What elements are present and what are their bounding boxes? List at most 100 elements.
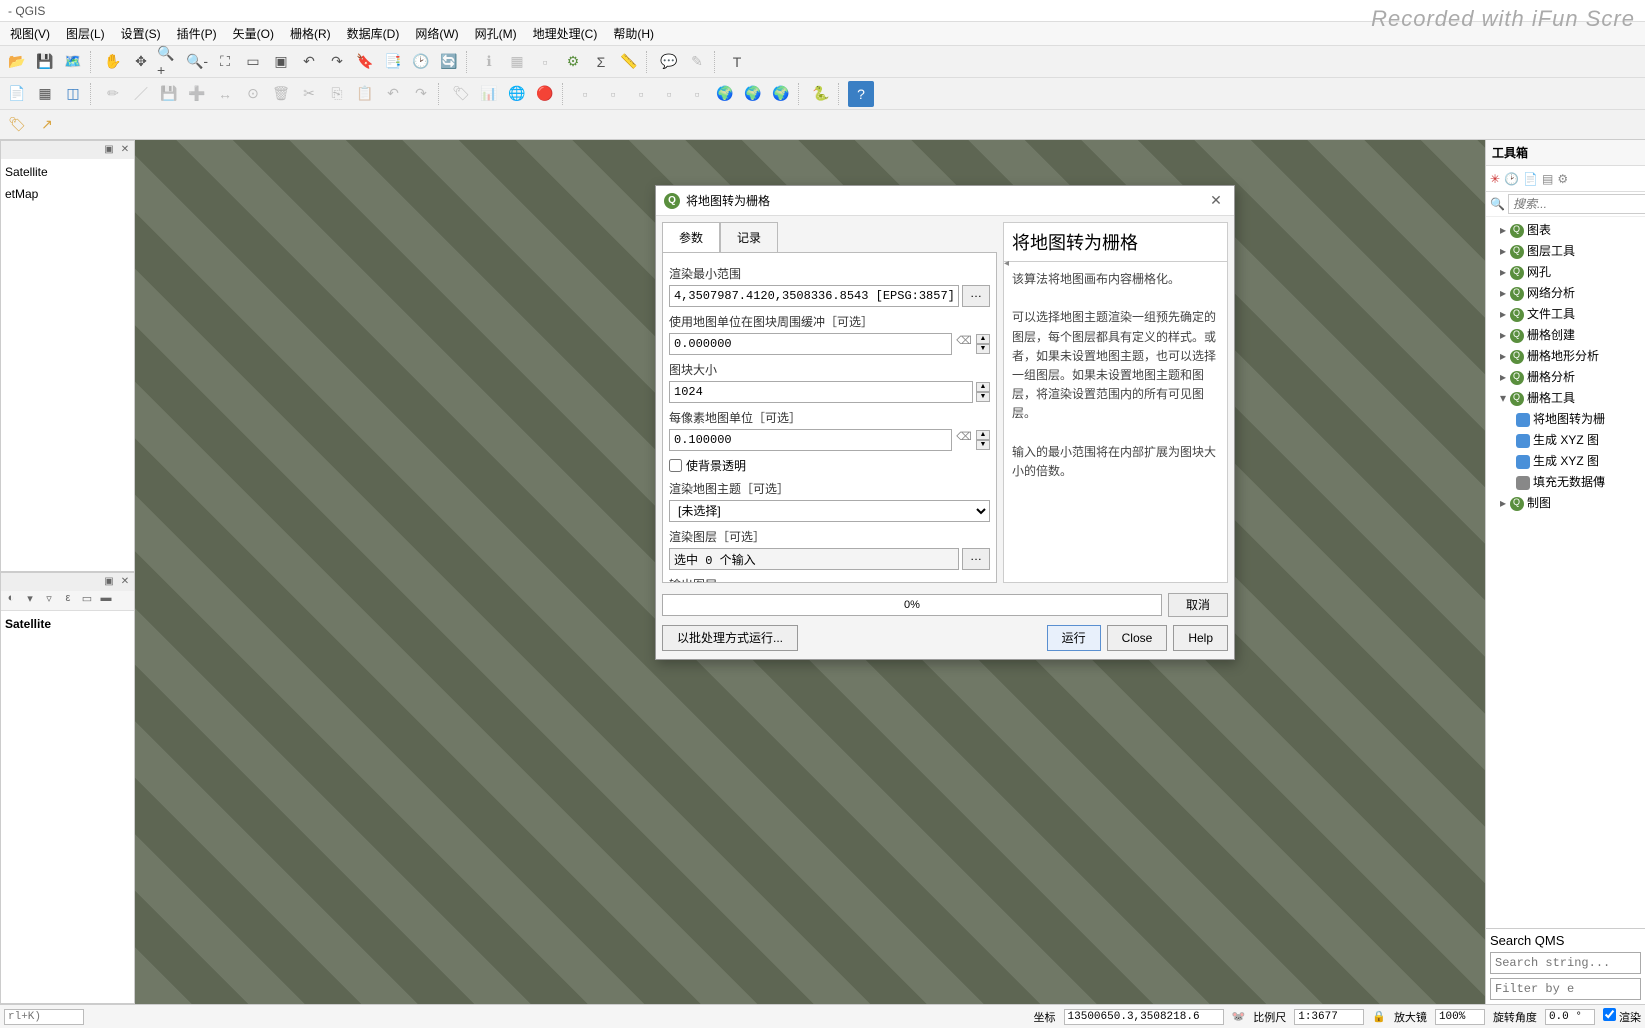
layers-picker-button[interactable]: …	[962, 548, 990, 570]
deselect-icon[interactable]: ▫	[532, 49, 558, 75]
select-icon[interactable]: ▦	[504, 49, 530, 75]
run-button[interactable]: 运行	[1047, 625, 1101, 651]
add-raster-icon[interactable]: ▦	[32, 81, 58, 107]
layers-input[interactable]	[669, 548, 959, 570]
panel-float-icon[interactable]: ▣	[102, 575, 116, 589]
maptips-icon[interactable]: 💬	[656, 49, 682, 75]
layer-expand-icon[interactable]: ε	[60, 592, 76, 608]
panel-float-icon[interactable]: ▣	[102, 143, 116, 157]
scale-value[interactable]	[1294, 1009, 1364, 1025]
dialog-close-button[interactable]: ✕	[1206, 192, 1226, 209]
menu-plugins[interactable]: 插件(P)	[171, 23, 223, 44]
redo-icon[interactable]: ↷	[408, 81, 434, 107]
mag-value[interactable]	[1435, 1009, 1485, 1025]
save-icon[interactable]: 💾	[32, 49, 58, 75]
menu-mesh[interactable]: 网孔(M)	[469, 23, 523, 44]
add-mesh-icon[interactable]: ◫	[60, 81, 86, 107]
batch-run-button[interactable]: 以批处理方式运行...	[662, 625, 798, 651]
add-feature-icon[interactable]: ➕	[184, 81, 210, 107]
cancel-button[interactable]: 取消	[1168, 593, 1228, 617]
panel-close-icon[interactable]: ✕	[118, 143, 132, 157]
menu-settings[interactable]: 设置(S)	[115, 23, 167, 44]
identify-icon[interactable]: ℹ	[476, 49, 502, 75]
menu-processing[interactable]: 地理处理(C)	[527, 23, 604, 44]
tilesize-input[interactable]	[669, 381, 973, 403]
new-bookmark-icon[interactable]: 🔖	[352, 49, 378, 75]
edit-line-icon[interactable]: ／	[128, 81, 154, 107]
copy-icon[interactable]: ⎘	[324, 81, 350, 107]
panel-close-icon[interactable]: ✕	[118, 575, 132, 589]
paste-icon[interactable]: 📋	[352, 81, 378, 107]
menu-web[interactable]: 网络(W)	[409, 23, 464, 44]
close-button[interactable]: Close	[1107, 625, 1168, 651]
undo-icon[interactable]: ↶	[380, 81, 406, 107]
menu-raster[interactable]: 栅格(R)	[284, 23, 337, 44]
toolbox-tree[interactable]: ▸图表 ▸图层工具 ▸网孔 ▸网络分析 ▸文件工具 ▸栅格创建 ▸栅格地形分析 …	[1486, 217, 1645, 928]
zoom-layer-icon[interactable]: ▣	[268, 49, 294, 75]
collapse-help-icon[interactable]: ◂	[1004, 258, 1009, 269]
add-vector-icon[interactable]: 📄	[4, 81, 30, 107]
coord-value[interactable]	[1064, 1009, 1224, 1025]
toolbox-icon[interactable]: ⚙	[560, 49, 586, 75]
edit-save-icon[interactable]: 💾	[156, 81, 182, 107]
pan-icon[interactable]: ✋	[100, 49, 126, 75]
layer-collapse-icon[interactable]: ▭	[79, 592, 95, 608]
toolbox-search-input[interactable]	[1508, 194, 1645, 214]
label-tool-icon[interactable]: 🏷	[4, 112, 30, 138]
help-icon[interactable]: ?	[848, 81, 874, 107]
layer-add-icon[interactable]: ▾	[22, 592, 38, 608]
transparent-checkbox[interactable]	[669, 459, 682, 472]
text-annotation-icon[interactable]: T	[724, 49, 750, 75]
t1-icon[interactable]: ▫	[572, 81, 598, 107]
zoom-in-icon[interactable]: 🔍+	[156, 49, 182, 75]
theme-select[interactable]: [未选择]	[669, 500, 990, 522]
osm-download-icon[interactable]: 🌍	[712, 81, 738, 107]
zoom-next-icon[interactable]: ↷	[324, 49, 350, 75]
osm-settings-icon[interactable]: 🌍	[768, 81, 794, 107]
perpixel-clear-icon[interactable]: ⌫	[955, 430, 973, 450]
buffer-input[interactable]	[669, 333, 952, 355]
zoom-full-icon[interactable]: ⛶	[212, 49, 238, 75]
results-icon[interactable]: ▤	[1542, 172, 1553, 186]
rot-value[interactable]	[1545, 1009, 1595, 1025]
move-feature-icon[interactable]: ↔	[212, 81, 238, 107]
buffer-spin-up[interactable]: ▲	[976, 334, 990, 344]
menu-view[interactable]: 视图(V)	[4, 23, 56, 44]
model-icon[interactable]: ✳	[1490, 172, 1500, 186]
menu-layer[interactable]: 图层(L)	[60, 23, 111, 44]
tab-parameters[interactable]: 参数	[662, 222, 720, 252]
layers-panel[interactable]: Satellite	[1, 611, 134, 1003]
label-move-icon[interactable]: ↗	[34, 112, 60, 138]
t2-icon[interactable]: ▫	[600, 81, 626, 107]
perpixel-input[interactable]	[669, 429, 952, 451]
layer-style-icon[interactable]: ◐	[3, 592, 19, 608]
menu-help[interactable]: 帮助(H)	[607, 23, 660, 44]
options-icon[interactable]: ⚙	[1557, 172, 1568, 186]
node-tool-icon[interactable]: ⊙	[240, 81, 266, 107]
tab-log[interactable]: 记录	[720, 222, 778, 252]
qms-filter-input[interactable]	[1490, 978, 1641, 1000]
sigma-icon[interactable]: Σ	[588, 49, 614, 75]
extents-icon[interactable]: 🐭	[1232, 1010, 1246, 1023]
cut-icon[interactable]: ✂	[296, 81, 322, 107]
delete-icon[interactable]: 🗑	[268, 81, 294, 107]
extent-input[interactable]	[669, 285, 959, 307]
refresh-icon[interactable]: 🔄	[436, 49, 462, 75]
zoom-last-icon[interactable]: ↶	[296, 49, 322, 75]
bookmarks-icon[interactable]: 📑	[380, 49, 406, 75]
layer-item-active[interactable]: Satellite	[3, 613, 132, 635]
perpixel-spin-up[interactable]: ▲	[976, 430, 990, 440]
zoom-out-icon[interactable]: 🔍-	[184, 49, 210, 75]
layer-item[interactable]: Satellite	[3, 161, 132, 183]
layer-filter-icon[interactable]: ▿	[41, 592, 57, 608]
layer-remove-icon[interactable]: ▬	[98, 592, 114, 608]
buffer-clear-icon[interactable]: ⌫	[955, 334, 973, 354]
extent-picker-button[interactable]: …	[962, 285, 990, 307]
pan-selection-icon[interactable]: ✥	[128, 49, 154, 75]
tilesize-spin-down[interactable]: ▼	[976, 392, 990, 402]
layer-item[interactable]: etMap	[3, 183, 132, 205]
globe-search-icon[interactable]: 🌐	[504, 81, 530, 107]
quick-search-input[interactable]	[4, 1009, 84, 1025]
menu-vector[interactable]: 矢量(O)	[227, 23, 280, 44]
t5-icon[interactable]: ▫	[684, 81, 710, 107]
